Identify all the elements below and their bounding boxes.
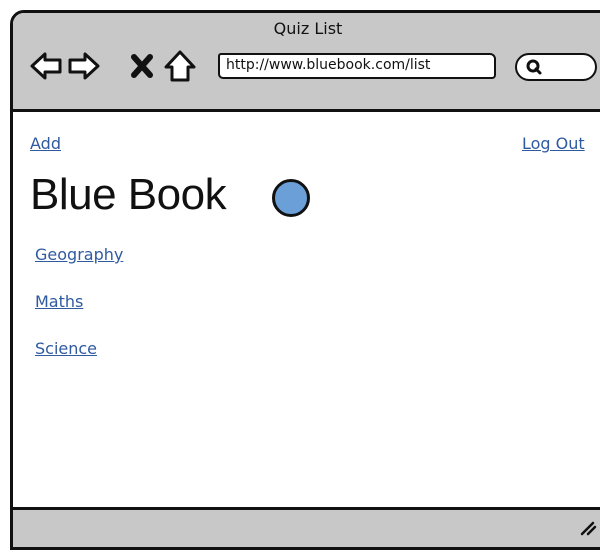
page-content: Add Log Out Blue Book Geography Maths Sc…: [13, 112, 600, 547]
add-link[interactable]: Add: [30, 134, 61, 153]
home-icon: [164, 50, 196, 82]
close-icon: [131, 54, 153, 78]
window-title: Quiz List: [273, 19, 343, 38]
search-field[interactable]: [515, 53, 597, 81]
browser-toolbar: Quiz List http://www.bluebook.com/list: [13, 13, 600, 112]
back-button[interactable]: [29, 49, 63, 83]
brand-title: Blue Book: [30, 170, 227, 219]
arrow-left-icon: [30, 52, 62, 80]
search-icon: [526, 59, 542, 75]
quiz-link-geography[interactable]: Geography: [35, 245, 123, 264]
browser-window: Quiz List http://www.bluebook.com/list A…: [10, 10, 600, 550]
quiz-link-science[interactable]: Science: [35, 339, 97, 358]
quiz-link-maths[interactable]: Maths: [35, 292, 83, 311]
arrow-right-icon: [68, 52, 100, 80]
stop-button[interactable]: [129, 49, 155, 83]
forward-button[interactable]: [67, 49, 101, 83]
logout-link[interactable]: Log Out: [522, 134, 585, 153]
resize-grip-icon[interactable]: [579, 518, 597, 536]
address-bar[interactable]: http://www.bluebook.com/list: [218, 53, 496, 79]
status-bar: [13, 507, 600, 547]
brand-dot: [272, 179, 310, 217]
home-button[interactable]: [163, 49, 197, 83]
